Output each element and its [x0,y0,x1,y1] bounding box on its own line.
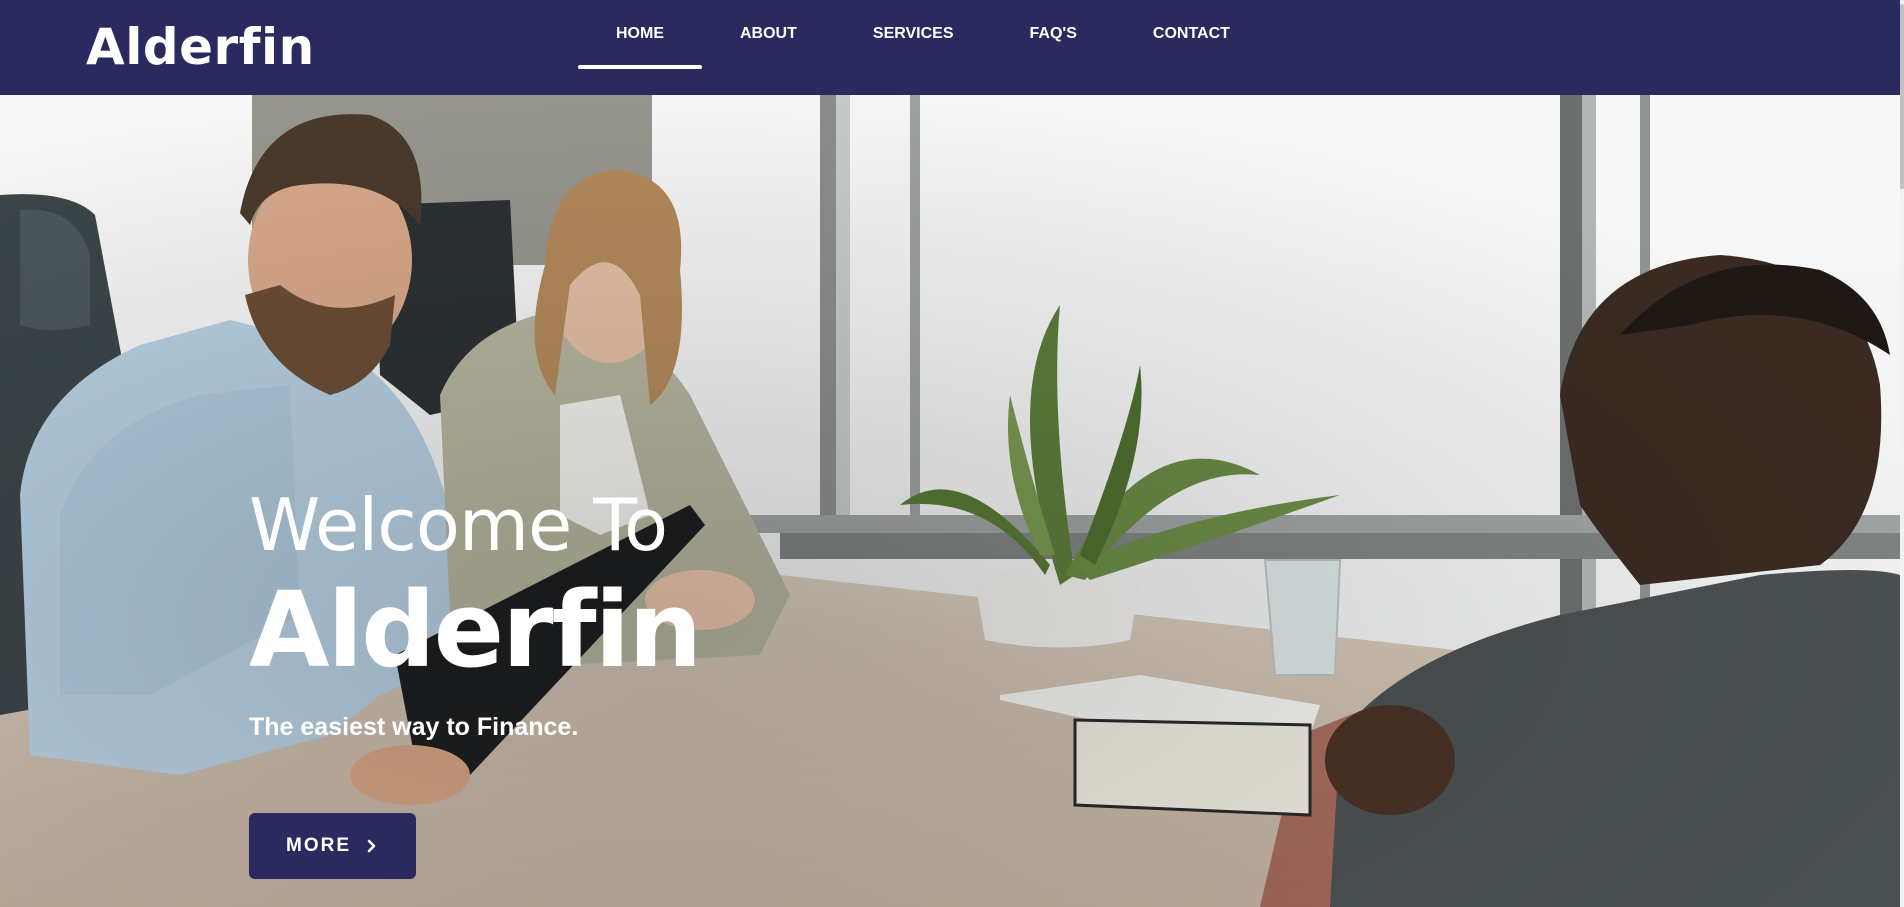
main-nav: HOME ABOUT SERVICES FAQ'S CONTACT [578,0,1268,95]
scrollbar-thumb[interactable] [1900,4,1904,189]
nav-services[interactable]: SERVICES [835,0,992,81]
nav-home[interactable]: HOME [578,0,702,81]
more-button[interactable]: MORE [249,813,416,879]
hero-brand-title: Alderfin [249,569,702,691]
chevron-right-icon [365,839,379,853]
page-scrollbar[interactable] [1900,0,1904,907]
nav-about[interactable]: ABOUT [702,0,835,81]
site-logo[interactable]: Alderfin [86,17,315,77]
hero-section: Welcome To Alderfin The easiest way to F… [0,95,1900,907]
site-header: Alderfin HOME ABOUT SERVICES FAQ'S CONTA… [0,0,1900,95]
nav-faqs[interactable]: FAQ'S [992,0,1115,81]
hero-tagline: The easiest way to Finance. [249,713,579,741]
nav-contact[interactable]: CONTACT [1115,0,1268,81]
hero-welcome: Welcome To [249,483,668,567]
more-button-label: MORE [286,835,351,856]
